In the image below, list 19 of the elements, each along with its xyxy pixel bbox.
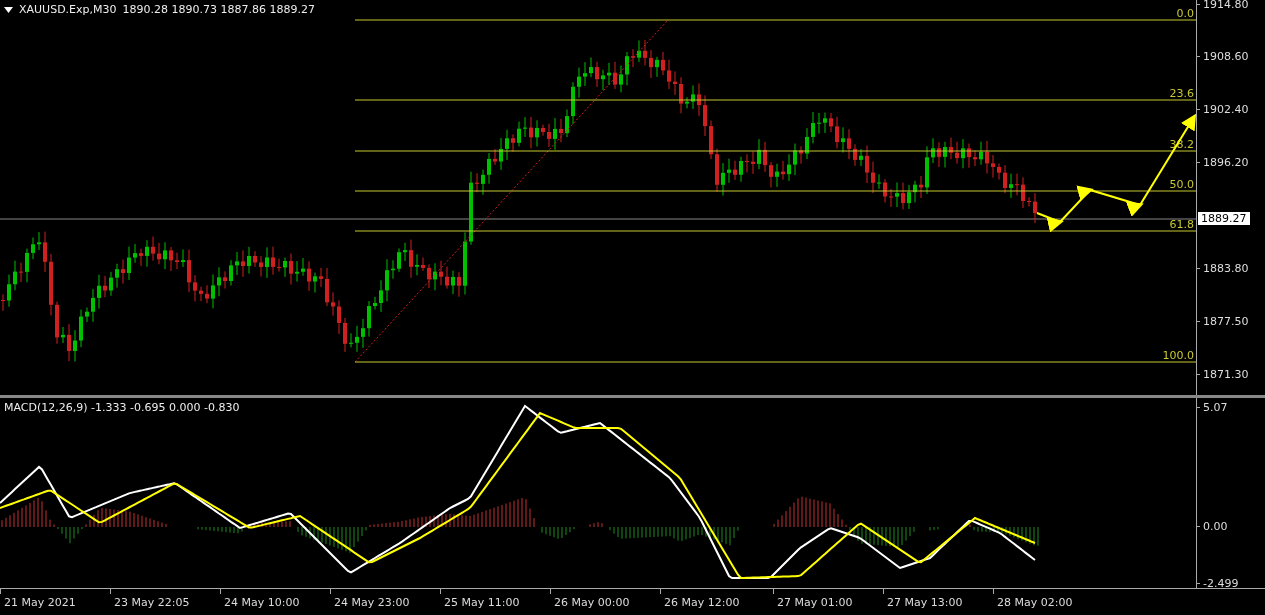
fibonacci-level-label: 23.6 (1169, 87, 1194, 100)
time-axis-label: 28 May 02:00 (993, 589, 1073, 610)
fibonacci-level-label: 50.0 (1169, 178, 1194, 191)
time-axis-label: 24 May 23:00 (330, 589, 410, 610)
time-axis-label: 26 May 12:00 (660, 589, 740, 610)
time-axis-label: 26 May 00:00 (550, 589, 630, 610)
time-axis-label: 23 May 22:05 (110, 589, 190, 610)
fibonacci-level-label: 100.0 (1162, 349, 1194, 362)
time-axis-label: 27 May 13:00 (883, 589, 963, 610)
chart-symbol: XAUUSD.Exp,M30 (19, 3, 117, 16)
time-axis-label: 21 May 2021 (0, 589, 76, 610)
ohlc-values: 1890.28 1890.73 1887.86 1889.27 (122, 3, 315, 16)
time-axis-label: 25 May 11:00 (440, 589, 520, 610)
fibonacci-level-label: 0.0 (1176, 7, 1194, 20)
fibonacci-level-label: 61.8 (1169, 218, 1194, 231)
macd-label: MACD(12,26,9) -1.333 -0.695 0.000 -0.830 (4, 401, 240, 414)
time-axis-label: 27 May 01:00 (773, 589, 853, 610)
time-axis-label: 24 May 10:00 (220, 589, 300, 610)
current-price-label: 1889.27 (1198, 212, 1250, 225)
